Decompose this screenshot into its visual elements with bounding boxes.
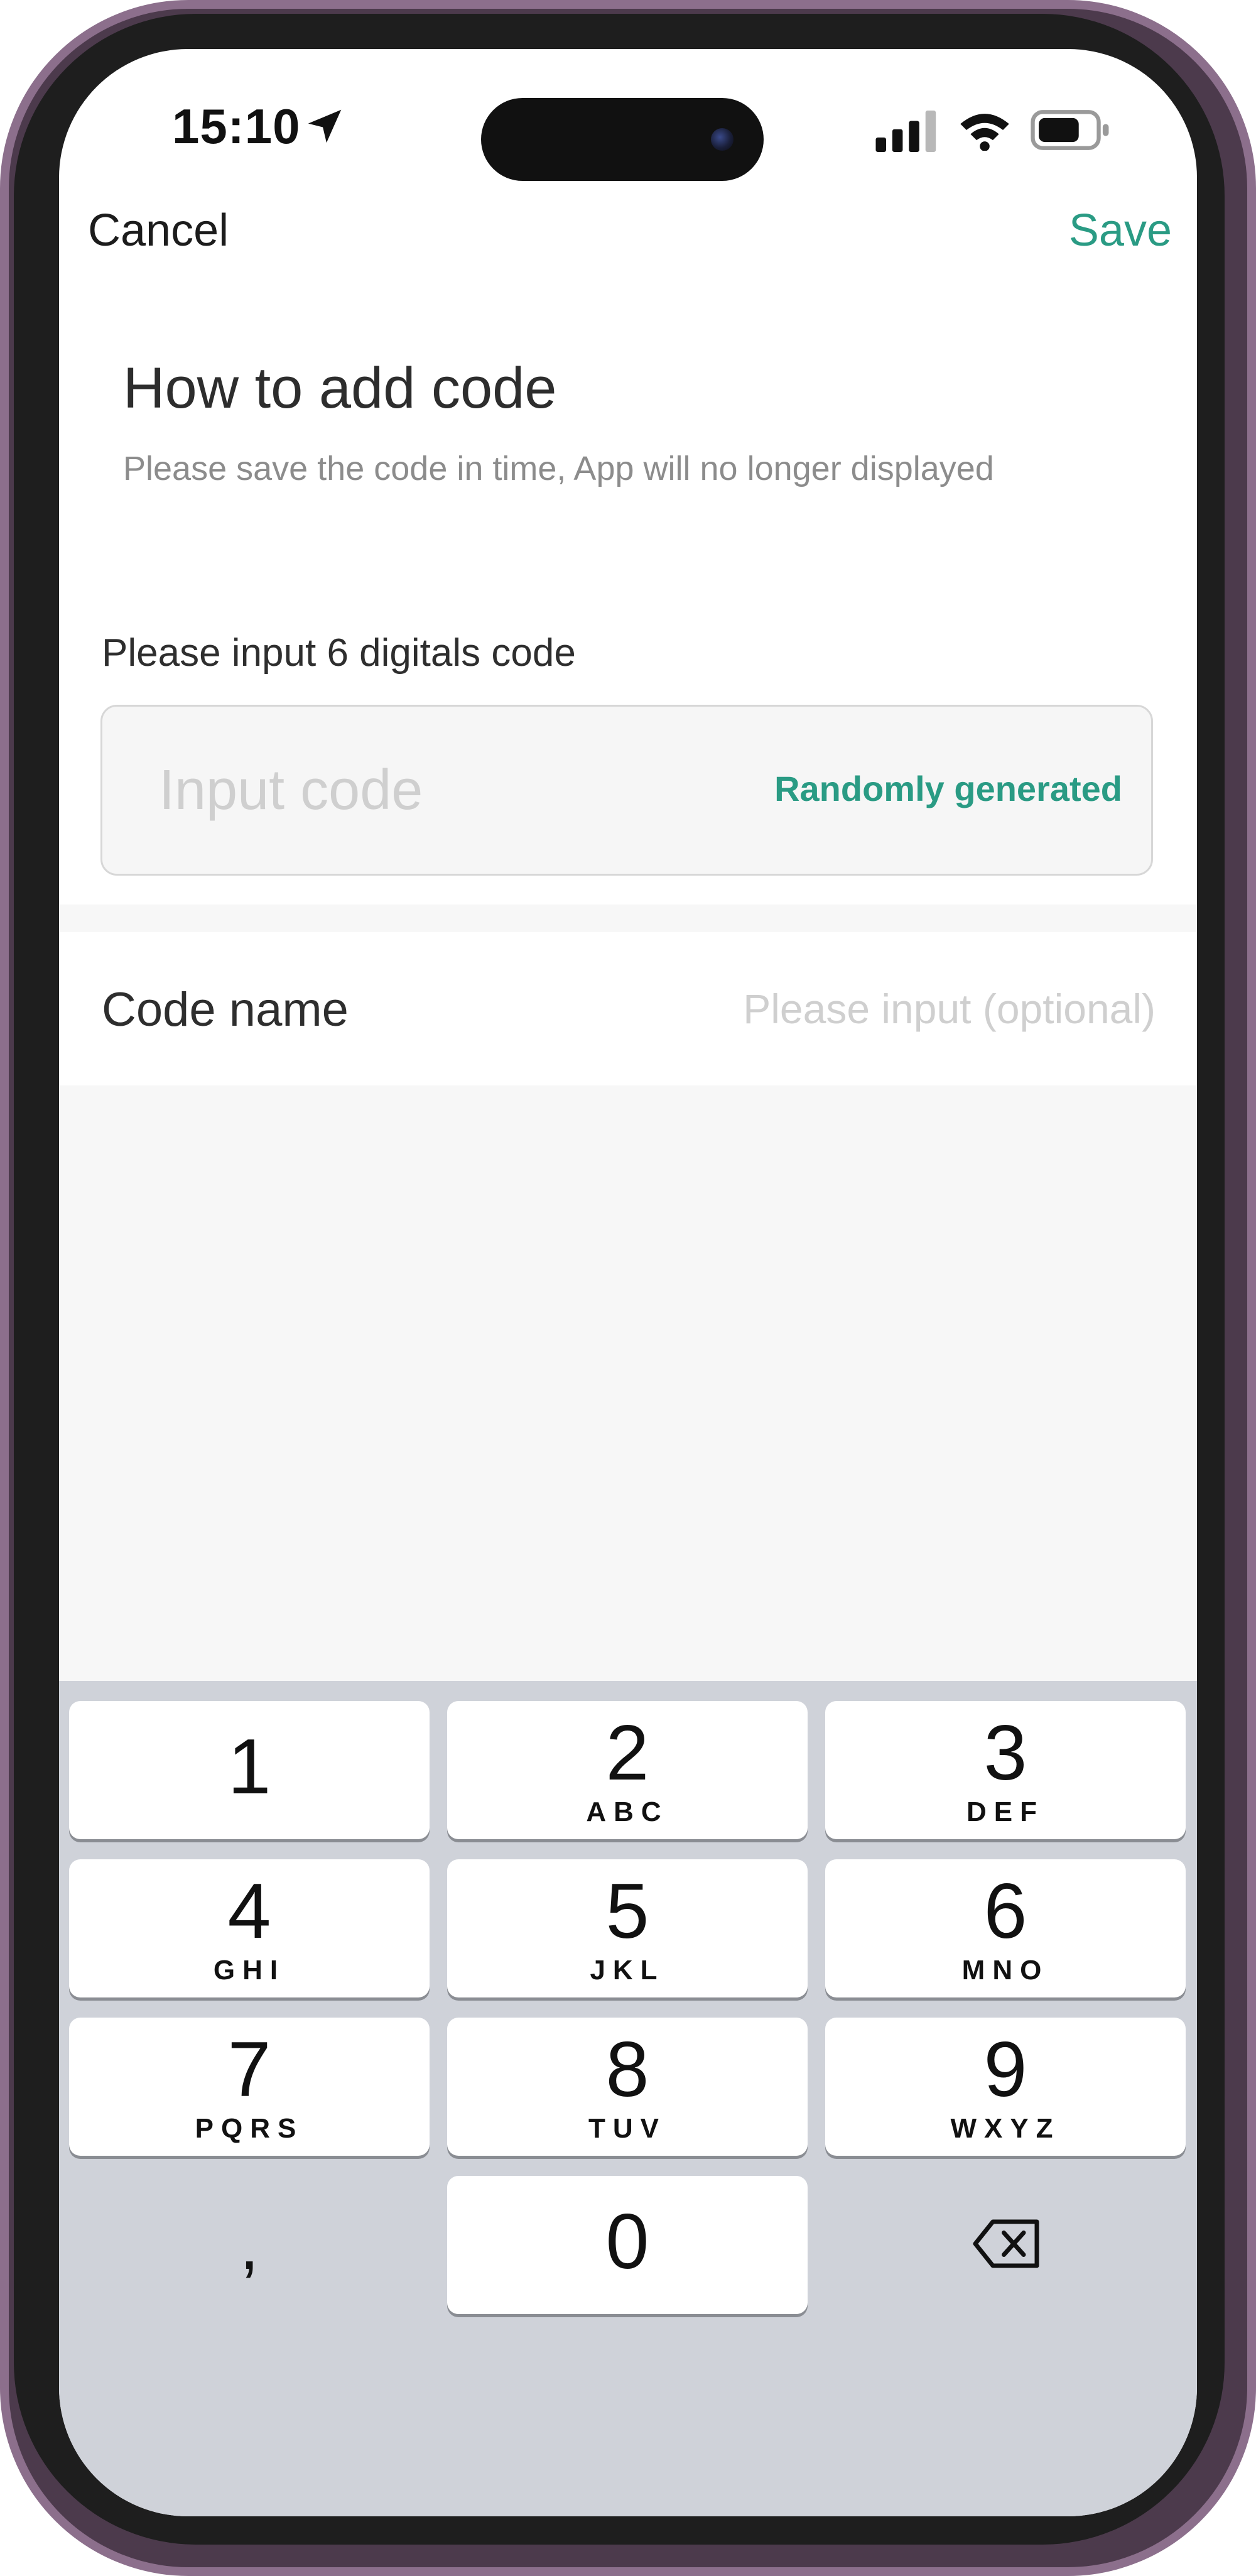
content-background	[59, 1085, 1197, 1682]
key-digit: 2	[605, 1710, 649, 1796]
key-letters: JKL	[590, 1955, 665, 1986]
status-time: 15:10	[172, 99, 301, 154]
key-digit: 4	[227, 1868, 271, 1955]
key-letters: DEF	[966, 1796, 1044, 1827]
key-digit: 8	[605, 2026, 649, 2113]
key-9[interactable]: 9 WXYZ	[825, 2018, 1186, 2156]
key-letters: WXYZ	[950, 2113, 1061, 2144]
key-letters: TUV	[588, 2113, 666, 2144]
key-letters: GHI	[213, 1955, 286, 1986]
code-input-box: Randomly generated	[100, 705, 1153, 876]
code-name-label: Code name	[102, 983, 349, 1036]
key-digit: 5	[605, 1868, 649, 1955]
cancel-button[interactable]: Cancel	[88, 205, 229, 256]
section-divider	[59, 905, 1197, 932]
code-field-label: Please input 6 digitals code	[102, 631, 576, 675]
delete-key[interactable]	[825, 2176, 1186, 2314]
key-6[interactable]: 6 MNO	[825, 1859, 1186, 1997]
dynamic-island	[481, 98, 764, 181]
cellular-signal-icon	[875, 111, 936, 152]
key-letters: MNO	[961, 1955, 1049, 1986]
key-digit: 7	[227, 2026, 271, 2113]
key-digit: 1	[227, 1724, 271, 1810]
key-5[interactable]: 5 JKL	[447, 1859, 808, 1997]
camera-icon	[711, 128, 734, 151]
key-4[interactable]: 4 GHI	[69, 1859, 430, 1997]
key-digit: 0	[605, 2198, 649, 2285]
key-8[interactable]: 8 TUV	[447, 2018, 808, 2156]
randomly-generated-button[interactable]: Randomly generated	[774, 768, 1122, 809]
page-title: How to add code	[123, 356, 557, 420]
backspace-icon	[973, 2219, 1039, 2268]
location-arrow-icon	[308, 109, 342, 143]
key-letters: PQRS	[195, 2113, 304, 2144]
key-comma[interactable]: ,	[69, 2176, 430, 2314]
code-input[interactable]	[159, 707, 724, 874]
screen: 15:10 Cancel Save How to add code Please…	[59, 49, 1197, 2516]
key-0[interactable]: 0	[447, 2176, 808, 2314]
wifi-icon	[960, 114, 1009, 151]
battery-icon	[1031, 110, 1109, 150]
code-name-row: Code name	[59, 932, 1197, 1085]
key-7[interactable]: 7 PQRS	[69, 2018, 430, 2156]
code-name-input[interactable]	[590, 977, 1156, 1040]
key-2[interactable]: 2 ABC	[447, 1701, 808, 1839]
key-1[interactable]: 1	[69, 1701, 430, 1839]
save-button[interactable]: Save	[1069, 205, 1172, 256]
key-digit: 3	[983, 1710, 1027, 1796]
key-3[interactable]: 3 DEF	[825, 1701, 1186, 1839]
page-subtitle: Please save the code in time, App will n…	[123, 450, 994, 487]
key-letters: ABC	[586, 1796, 669, 1827]
key-digit: 6	[983, 1868, 1027, 1955]
key-digit: 9	[983, 2026, 1027, 2113]
